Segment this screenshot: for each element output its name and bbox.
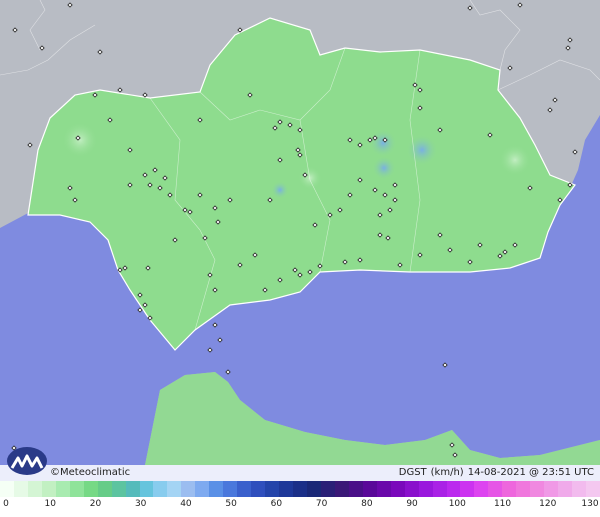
scale-tick-label: 90 — [406, 499, 418, 509]
scale-swatch — [446, 481, 461, 497]
scale-swatch — [27, 481, 42, 497]
scale-swatch — [167, 481, 182, 497]
scale-swatch — [572, 481, 587, 497]
scale-swatch — [348, 481, 363, 497]
scale-tick-label: 110 — [493, 499, 512, 509]
scale-swatch — [390, 481, 405, 497]
color-scale-bar — [0, 481, 600, 497]
scale-tick-label: 100 — [448, 499, 466, 509]
gust-spot — [369, 129, 397, 157]
gust-spot — [271, 181, 289, 199]
scale-swatch — [97, 481, 112, 497]
scale-swatch — [125, 481, 140, 497]
scale-swatch — [209, 481, 224, 497]
scale-swatch — [558, 481, 573, 497]
wind-gust-map — [0, 0, 600, 465]
scale-swatch — [13, 481, 28, 497]
scale-swatch — [41, 481, 56, 497]
gust-spot — [298, 166, 322, 190]
scale-swatch — [418, 481, 433, 497]
scale-swatch — [111, 481, 126, 497]
gust-spot — [62, 122, 98, 158]
scale-swatch — [223, 481, 238, 497]
scale-swatch — [69, 481, 84, 497]
scale-swatch — [404, 481, 419, 497]
scale-swatch — [362, 481, 377, 497]
scale-swatch — [516, 481, 531, 497]
scale-tick-label: 20 — [89, 499, 102, 509]
scale-swatch — [530, 481, 545, 497]
scale-tick-label: 120 — [539, 499, 557, 509]
brand-name: Meteoclimatic — [60, 467, 131, 478]
scale-tick-label: 40 — [180, 499, 192, 509]
scale-swatch — [279, 481, 294, 497]
map-caption: DGST (km/h) 14-08-2021 @ 23:51 UTC — [395, 467, 594, 478]
scale-swatch — [502, 481, 517, 497]
scale-tick-label: 0 — [3, 499, 9, 509]
scale-swatch — [586, 481, 600, 497]
scale-swatch — [55, 481, 70, 497]
scale-swatch — [139, 481, 154, 497]
timestamp: 14-08-2021 @ 23:51 UTC — [467, 467, 594, 478]
gust-spot — [499, 144, 531, 176]
scale-swatch — [83, 481, 98, 497]
scale-swatch — [334, 481, 349, 497]
unit-label: (km/h) — [430, 467, 464, 478]
scale-swatch — [460, 481, 475, 497]
scale-tick-label: 60 — [270, 499, 283, 509]
scale-swatch — [265, 481, 280, 497]
scale-swatch — [544, 481, 559, 497]
scale-swatch — [293, 481, 307, 497]
scale-swatch — [432, 481, 447, 497]
scale-tick-label: 130 — [581, 499, 599, 509]
gust-spot — [372, 156, 396, 180]
brand-text: ©Meteoclimatic — [50, 467, 130, 478]
variable-label: DGST — [398, 467, 427, 478]
copyright-symbol: © — [50, 467, 60, 478]
scale-tick-label: 70 — [315, 499, 328, 509]
scale-tick-label: 10 — [44, 499, 56, 509]
scale-swatch — [376, 481, 391, 497]
scale-swatch — [0, 481, 14, 497]
scale-swatch — [181, 481, 196, 497]
scale-swatch — [488, 481, 503, 497]
scale-swatch — [195, 481, 210, 497]
scale-swatch — [306, 481, 321, 497]
scale-swatch — [474, 481, 489, 497]
scale-swatch — [251, 481, 266, 497]
scale-swatch — [237, 481, 252, 497]
scale-tick-label: 80 — [361, 499, 373, 509]
color-scale: 0 10 20 30 40 50 60 70 80 90 100 110 120 130 — [0, 481, 600, 517]
scale-swatch — [153, 481, 168, 497]
gust-spot — [406, 134, 438, 166]
scale-swatch — [320, 481, 335, 497]
meteoclimatic-logo — [7, 447, 47, 475]
scale-tick-label: 50 — [225, 499, 237, 509]
weather-map: ©Meteoclimatic DGST (km/h) 14-08-2021 @ 23… — [0, 0, 600, 517]
scale-tick-label: 30 — [134, 499, 147, 509]
